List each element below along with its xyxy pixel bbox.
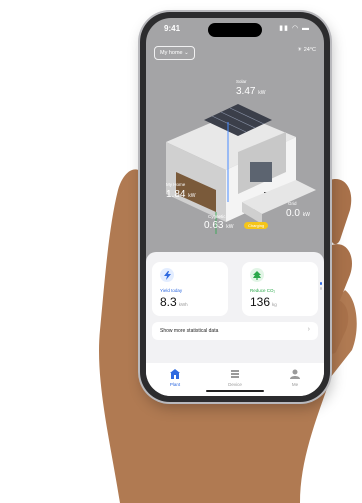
show-more-label: Show more statistical data	[160, 328, 219, 334]
lightning-icon	[160, 268, 174, 282]
bottom-sheet: Yield today 8.3 kWh Reduce CO₂ 136 kg Show…	[146, 252, 324, 396]
home-value: 1.84 kW	[166, 189, 196, 200]
tree-icon	[250, 268, 264, 282]
home-icon	[170, 369, 180, 379]
yield-card[interactable]: Yield today 8.3 kWh	[152, 262, 228, 316]
app-screen: 9:41 ▮▮ ◠ ▬ My home ⌄ ☀ 24°C Solar 3.47 …	[146, 18, 324, 396]
status-time: 9:41	[164, 24, 181, 33]
home-selector[interactable]: My home ⌄	[154, 46, 195, 60]
storage-status-badge: Charging	[244, 222, 269, 229]
device-icon	[231, 370, 239, 378]
tab-me-label: Me	[291, 382, 299, 387]
tab-plant[interactable]: Plant	[155, 369, 195, 387]
sun-icon: ☀	[297, 47, 303, 53]
home-label: My Home	[166, 182, 186, 187]
grid-value: 0.0 kW	[286, 208, 310, 219]
yield-value: 8.3 kWh	[160, 295, 188, 309]
co2-label: Reduce CO₂	[250, 288, 276, 293]
weather-temp: 24°C	[303, 47, 316, 53]
person-icon	[290, 369, 300, 379]
show-more-statistics-row[interactable]: Show more statistical data ›	[152, 322, 318, 340]
co2-value: 136 kg	[250, 295, 277, 309]
tab-me[interactable]: Me	[275, 369, 315, 387]
signal-wifi-battery-icon: ▮▮ ◠ ▬	[279, 25, 310, 32]
chevron-down-icon: ⌄	[184, 50, 189, 56]
tab-bar: Plant Device Me	[146, 363, 324, 396]
tab-device-label: Device	[228, 382, 242, 387]
storage-label: Cygnetic	[208, 214, 226, 219]
status-bar: 9:41 ▮▮ ◠ ▬	[146, 18, 324, 40]
tab-plant-label: Plant	[169, 382, 181, 387]
co2-card[interactable]: Reduce CO₂ 136 kg	[242, 262, 318, 316]
solar-label: Solar	[236, 79, 247, 84]
tab-device[interactable]: Device	[215, 369, 255, 387]
dynamic-island	[208, 23, 262, 37]
house-illustration	[166, 104, 316, 234]
grid-label: Grid	[288, 201, 297, 206]
yield-label: Yield today	[160, 288, 183, 293]
page-indicator	[320, 282, 322, 290]
weather: ☀ 24°C	[297, 47, 316, 53]
solar-value: 3.47 kW	[236, 86, 266, 97]
storage-value: 0.63 kW	[204, 220, 234, 231]
home-selector-label: My home	[160, 50, 183, 56]
home-indicator	[206, 390, 264, 392]
chevron-right-icon: ›	[307, 326, 310, 333]
